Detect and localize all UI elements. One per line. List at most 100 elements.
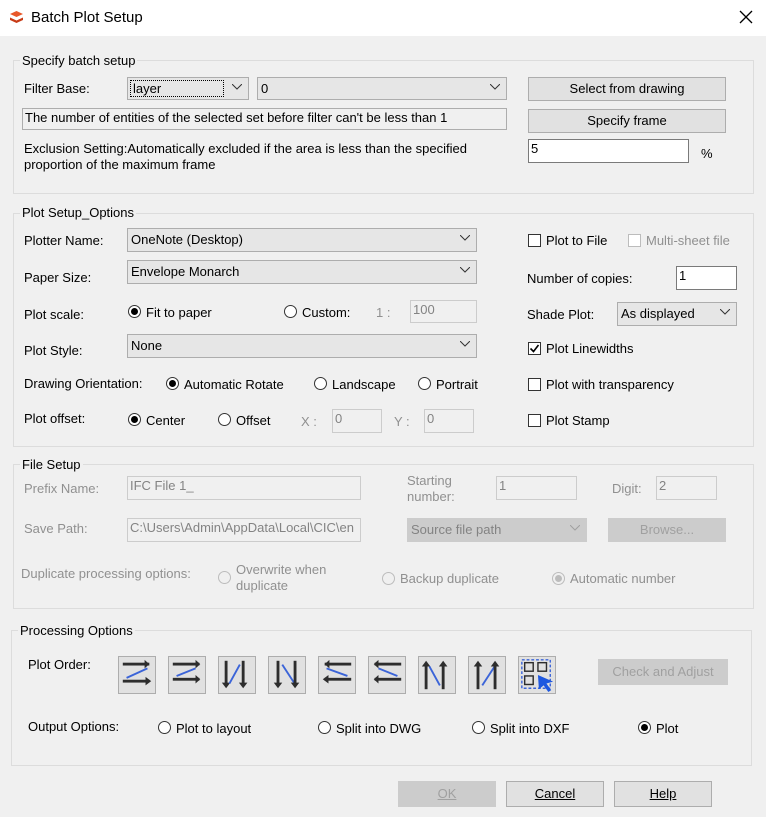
overwrite-label-line1: Overwrite when bbox=[236, 562, 327, 577]
copies-label: Number of copies: bbox=[527, 271, 633, 286]
multi-sheet-checkbox[interactable] bbox=[628, 234, 641, 247]
row-order-left-alt-icon bbox=[373, 659, 402, 684]
chevron-down-icon bbox=[720, 309, 730, 315]
close-icon[interactable] bbox=[735, 6, 757, 28]
offset-x-label: X : bbox=[301, 414, 317, 429]
paper-size-select[interactable]: Envelope Monarch bbox=[127, 260, 477, 284]
plot-transparency-label: Plot with transparency bbox=[546, 377, 674, 392]
backup-duplicate-radio[interactable] bbox=[382, 572, 395, 585]
exclusion-label-line2: proportion of the maximum frame bbox=[24, 157, 216, 172]
offset-y-input[interactable]: 0 bbox=[424, 409, 474, 433]
row-order-right-icon bbox=[122, 659, 152, 686]
filter-base-label: Filter Base: bbox=[24, 81, 90, 96]
overwrite-radio[interactable] bbox=[218, 571, 231, 584]
multi-sheet-label: Multi-sheet file bbox=[646, 233, 730, 248]
custom-scale-label: Custom: bbox=[302, 305, 351, 320]
prefix-name-label: Prefix Name: bbox=[24, 481, 100, 496]
ok-button[interactable]: OK bbox=[398, 781, 496, 807]
order-top-down-right-left-button[interactable] bbox=[268, 656, 306, 694]
checkmark-icon bbox=[529, 344, 540, 353]
exclusion-label-line1: Exclusion Setting:Automatically excluded… bbox=[24, 141, 467, 156]
duplicate-options-label: Duplicate processing options: bbox=[21, 566, 191, 581]
browse-button[interactable]: Browse... bbox=[608, 518, 726, 542]
chevron-down-icon bbox=[490, 84, 500, 90]
center-offset-radio[interactable] bbox=[128, 413, 141, 426]
shade-plot-select[interactable]: As displayed bbox=[617, 302, 737, 326]
order-bottom-up-left-right-button[interactable] bbox=[418, 656, 456, 694]
paper-size-label: Paper Size: bbox=[24, 270, 92, 285]
drawing-orientation-label: Drawing Orientation: bbox=[24, 376, 143, 391]
cancel-button[interactable]: Cancel bbox=[506, 781, 604, 807]
processing-options-legend: Processing Options bbox=[18, 623, 135, 638]
portrait-radio[interactable] bbox=[418, 377, 431, 390]
order-right-left-top-down-button[interactable] bbox=[318, 656, 356, 694]
plot-setup-legend: Plot Setup_Options bbox=[20, 205, 137, 220]
order-right-left-alt-button[interactable] bbox=[368, 656, 406, 694]
custom-scale-input[interactable]: 100 bbox=[410, 300, 477, 323]
scale-ratio-label: 1 : bbox=[376, 305, 391, 320]
automatic-number-radio[interactable] bbox=[552, 572, 565, 585]
offset-y-label: Y : bbox=[394, 414, 410, 429]
offset-radio[interactable] bbox=[218, 413, 231, 426]
plot-linewidths-checkbox[interactable] bbox=[528, 342, 541, 355]
chevron-down-icon bbox=[460, 341, 470, 347]
exclusion-percent-input[interactable]: 5 bbox=[528, 139, 689, 163]
percent-label: % bbox=[701, 146, 713, 161]
landscape-radio[interactable] bbox=[314, 377, 327, 390]
plot-output-label: Plot bbox=[656, 721, 679, 736]
plot-style-select[interactable]: None bbox=[127, 334, 477, 358]
row-order-left-icon bbox=[322, 659, 352, 684]
starting-number-label-line1: Starting bbox=[407, 473, 452, 488]
app-logo-icon bbox=[10, 11, 23, 23]
plot-order-label: Plot Order: bbox=[28, 657, 91, 672]
plot-to-layout-label: Plot to layout bbox=[176, 721, 252, 736]
save-path-input[interactable]: C:\Users\Admin\AppData\Local\CIC\en bbox=[127, 518, 361, 542]
processing-options-group bbox=[11, 630, 752, 766]
source-path-select[interactable]: Source file path bbox=[407, 518, 587, 542]
plot-to-layout-radio[interactable] bbox=[158, 721, 171, 734]
offset-x-input[interactable]: 0 bbox=[332, 409, 382, 433]
filter-base-select[interactable]: layer bbox=[127, 77, 249, 100]
plotter-name-select[interactable]: OneNote (Desktop) bbox=[127, 228, 477, 252]
batch-setup-legend: Specify batch setup bbox=[20, 53, 138, 68]
order-top-down-left-right-button[interactable] bbox=[218, 656, 256, 694]
help-button[interactable]: Help bbox=[614, 781, 712, 807]
plot-transparency-checkbox[interactable] bbox=[528, 378, 541, 391]
starting-number-label-line2: number: bbox=[407, 489, 455, 504]
split-dwg-label: Split into DWG bbox=[336, 721, 422, 736]
select-order-button[interactable] bbox=[518, 656, 556, 694]
output-options-label: Output Options: bbox=[28, 719, 120, 734]
plot-output-radio[interactable] bbox=[638, 721, 651, 734]
custom-scale-radio[interactable] bbox=[284, 305, 297, 318]
portrait-label: Portrait bbox=[436, 377, 478, 392]
filter-info-text: The number of entities of the selected s… bbox=[22, 108, 507, 130]
column-order-down-alt-icon bbox=[273, 660, 300, 689]
starting-number-input[interactable]: 1 bbox=[496, 476, 577, 500]
row-order-right-alt-icon bbox=[172, 659, 201, 684]
column-order-up-icon bbox=[421, 660, 448, 690]
plot-stamp-checkbox[interactable] bbox=[528, 414, 541, 427]
plot-linewidths-label: Plot Linewidths bbox=[546, 341, 634, 356]
chevron-down-icon bbox=[460, 267, 470, 273]
split-dxf-radio[interactable] bbox=[472, 721, 485, 734]
chevron-down-icon bbox=[232, 84, 242, 90]
order-left-right-top-down-button[interactable] bbox=[118, 656, 156, 694]
backup-duplicate-label: Backup duplicate bbox=[400, 571, 500, 586]
filter-value-select[interactable]: 0 bbox=[257, 77, 507, 100]
specify-frame-button[interactable]: Specify frame bbox=[528, 109, 726, 133]
split-dwg-radio[interactable] bbox=[318, 721, 331, 734]
plot-to-file-checkbox[interactable] bbox=[528, 234, 541, 247]
fit-to-paper-radio[interactable] bbox=[128, 305, 141, 318]
digit-input[interactable]: 2 bbox=[656, 476, 717, 500]
order-left-right-alt-button[interactable] bbox=[168, 656, 206, 694]
automatic-rotate-radio[interactable] bbox=[166, 377, 179, 390]
check-and-adjust-button[interactable]: Check and Adjust bbox=[598, 659, 728, 685]
order-bottom-up-right-left-button[interactable] bbox=[468, 656, 506, 694]
copies-input[interactable]: 1 bbox=[676, 266, 737, 290]
window-title: Batch Plot Setup bbox=[31, 9, 143, 26]
prefix-name-input[interactable]: IFC File 1_ bbox=[127, 476, 361, 500]
plotter-name-label: Plotter Name: bbox=[24, 233, 104, 248]
landscape-label: Landscape bbox=[332, 377, 396, 392]
shade-plot-label: Shade Plot: bbox=[527, 307, 595, 322]
select-from-drawing-button[interactable]: Select from drawing bbox=[528, 77, 726, 101]
